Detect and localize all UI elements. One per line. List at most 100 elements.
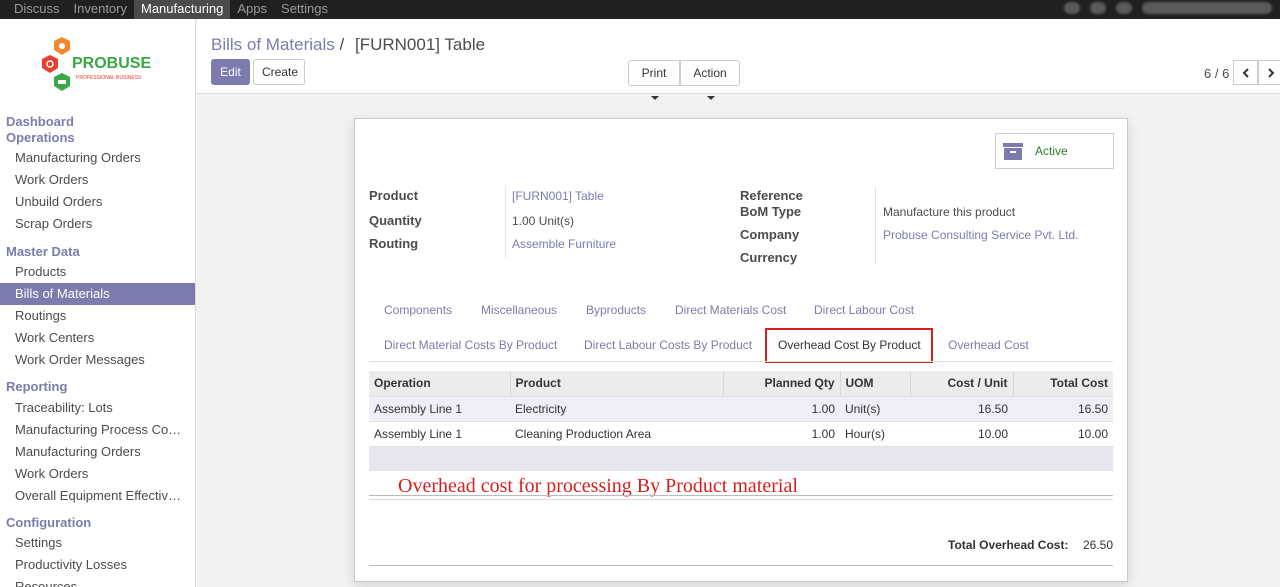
create-button[interactable]: Create <box>253 59 305 85</box>
logo-wordmark: PROBUSE <box>72 55 151 72</box>
column-header-operation[interactable]: Operation <box>369 371 511 396</box>
company-field[interactable]: Probuse Consulting Service Pvt. Ltd. <box>883 228 1078 242</box>
active-status-label: Active <box>1035 144 1068 158</box>
tab-overhead-cost[interactable]: Overhead Cost <box>948 338 1029 352</box>
menu-discuss[interactable]: Discuss <box>0 0 67 19</box>
sidebar-item-products[interactable]: Products <box>0 261 195 283</box>
breadcrumb: Bills of Materials / [FURN001] Table <box>211 35 485 55</box>
user-menu[interactable] <box>1142 2 1272 14</box>
table-empty-row <box>369 445 1113 471</box>
column-header-uom[interactable]: UOM <box>840 371 911 396</box>
breadcrumb-separator: / <box>339 35 345 54</box>
control-panel: Bills of Materials / [FURN001] Table Edi… <box>197 19 1280 100</box>
sidebar-item-manufacturing-orders[interactable]: Manufacturing Orders <box>0 147 195 169</box>
sidebar-item-reporting-work-orders[interactable]: Work Orders <box>0 463 195 485</box>
tab-direct-materials-cost[interactable]: Direct Materials Cost <box>675 303 786 317</box>
column-header-planned-qty[interactable]: Planned Qty <box>723 371 841 396</box>
menu-apps[interactable]: Apps <box>230 0 274 19</box>
tab-components[interactable]: Components <box>384 303 452 317</box>
sidebar-item-traceability-lots[interactable]: Traceability: Lots <box>0 397 195 419</box>
menu-manufacturing[interactable]: Manufacturing <box>134 0 231 19</box>
systray <box>1064 2 1272 14</box>
bom-type-label: BoM Type <box>740 204 802 219</box>
bottom-divider <box>369 565 1113 566</box>
sidebar-item-work-centers[interactable]: Work Centers <box>0 327 195 349</box>
cell-total-cost: 16.50 <box>1013 395 1113 421</box>
sidebar-section-configuration: Configuration <box>6 515 92 530</box>
pager-previous-button[interactable] <box>1233 60 1258 85</box>
quantity-label: Quantity <box>369 213 422 228</box>
cell-product: Electricity <box>510 395 723 421</box>
tab-miscellaneous[interactable]: Miscellaneous <box>481 303 557 317</box>
right-field-separator <box>875 187 876 264</box>
activity-icon[interactable] <box>1090 2 1106 14</box>
pager-value[interactable]: 6 / 6 <box>1204 66 1229 81</box>
chat-icon[interactable] <box>1064 2 1080 14</box>
sidebar-section-dashboard[interactable]: Dashboard <box>6 114 74 129</box>
table-row[interactable]: Assembly Line 1 Electricity 1.00 Unit(s)… <box>369 395 1113 421</box>
cell-operation: Assembly Line 1 <box>369 395 510 421</box>
cell-planned-qty: 1.00 <box>723 395 840 421</box>
sidebar-item-work-orders[interactable]: Work Orders <box>0 169 195 191</box>
cell-total-cost: 10.00 <box>1013 420 1113 446</box>
tab-underline <box>369 361 1113 362</box>
sidebar-item-work-order-messages[interactable]: Work Order Messages <box>0 349 195 371</box>
active-toggle-button[interactable]: Active <box>995 133 1114 169</box>
sidebar-section-operations: Operations <box>6 130 75 145</box>
cell-uom: Hour(s) <box>840 420 910 446</box>
probuse-logo: PROBUSE PROFESSIONAL BUSINESS <box>42 37 151 91</box>
archive-icon <box>1003 142 1023 160</box>
bom-type-field: Manufacture this product <box>883 205 1016 219</box>
edit-button[interactable]: Edit <box>211 59 250 85</box>
tab-direct-labour-cost[interactable]: Direct Labour Cost <box>814 303 914 317</box>
tab-byproducts[interactable]: Byproducts <box>586 303 646 317</box>
cell-cost-per-unit: 16.50 <box>910 395 1013 421</box>
tab-overhead-cost-by-product[interactable]: Overhead Cost By Product <box>765 328 933 363</box>
caret-down-icon <box>651 95 659 100</box>
routing-field[interactable]: Assemble Furniture <box>512 237 616 251</box>
tab-direct-material-costs-by-product[interactable]: Direct Material Costs By Product <box>384 338 557 352</box>
left-field-separator <box>505 187 506 258</box>
pager-next-button[interactable] <box>1258 60 1280 85</box>
sidebar-item-bills-of-materials[interactable]: Bills of Materials <box>0 283 195 305</box>
chevron-left-icon <box>1242 67 1249 78</box>
routing-label: Routing <box>369 236 419 251</box>
currency-label: Currency <box>740 250 798 265</box>
logo-tagline: PROFESSIONAL BUSINESS <box>76 75 142 81</box>
sidebar-item-resources[interactable]: Resources <box>0 576 195 587</box>
action-dropdown[interactable]: Action <box>680 60 740 100</box>
quantity-field: 1.00 Unit(s) <box>512 214 575 228</box>
column-header-cost-per-unit[interactable]: Cost / Unit <box>910 371 1014 396</box>
empty-cell <box>369 445 1113 471</box>
column-header-product[interactable]: Product <box>510 371 724 396</box>
cell-operation: Assembly Line 1 <box>369 420 510 446</box>
sidebar-item-manufacturing-process-cost[interactable]: Manufacturing Process Co… <box>0 419 195 441</box>
notification-icon[interactable] <box>1116 2 1132 14</box>
chevron-right-icon <box>1267 67 1274 78</box>
tab-overhead-cost-by-product-label: Overhead Cost By Product <box>778 338 921 352</box>
sidebar-item-overall-equipment-effectiveness[interactable]: Overall Equipment Effectiv… <box>0 485 195 507</box>
menu-inventory[interactable]: Inventory <box>67 0 134 19</box>
sidebar-item-reporting-manufacturing-orders[interactable]: Manufacturing Orders <box>0 441 195 463</box>
breadcrumb-parent[interactable]: Bills of Materials <box>211 35 335 54</box>
action-label: Action <box>693 66 727 80</box>
menu-settings[interactable]: Settings <box>274 0 335 19</box>
sidebar-item-settings[interactable]: Settings <box>0 532 195 554</box>
reference-label: Reference <box>740 188 803 203</box>
sidebar-item-unbuild-orders[interactable]: Unbuild Orders <box>0 191 195 213</box>
breadcrumb-current: [FURN001] Table <box>354 35 486 54</box>
sidebar: PROBUSE PROFESSIONAL BUSINESS Dashboard … <box>0 19 196 587</box>
product-field[interactable]: [FURN001] Table <box>512 189 604 203</box>
sidebar-item-routings[interactable]: Routings <box>0 305 195 327</box>
sidebar-item-scrap-orders[interactable]: Scrap Orders <box>0 213 195 235</box>
form-sheet: Active Product [FURN001] Table Quantity … <box>354 118 1128 582</box>
cell-planned-qty: 1.00 <box>723 420 840 446</box>
total-overhead-cost-value: 26.50 <box>1083 538 1114 552</box>
print-dropdown[interactable]: Print <box>628 60 680 100</box>
tab-direct-labour-costs-by-product[interactable]: Direct Labour Costs By Product <box>584 338 752 352</box>
column-header-total-cost[interactable]: Total Cost <box>1013 371 1113 396</box>
product-label: Product <box>369 188 419 203</box>
sidebar-section-master-data: Master Data <box>6 244 80 259</box>
sidebar-item-productivity-losses[interactable]: Productivity Losses <box>0 554 195 576</box>
table-row[interactable]: Assembly Line 1 Cleaning Production Area… <box>369 420 1113 446</box>
